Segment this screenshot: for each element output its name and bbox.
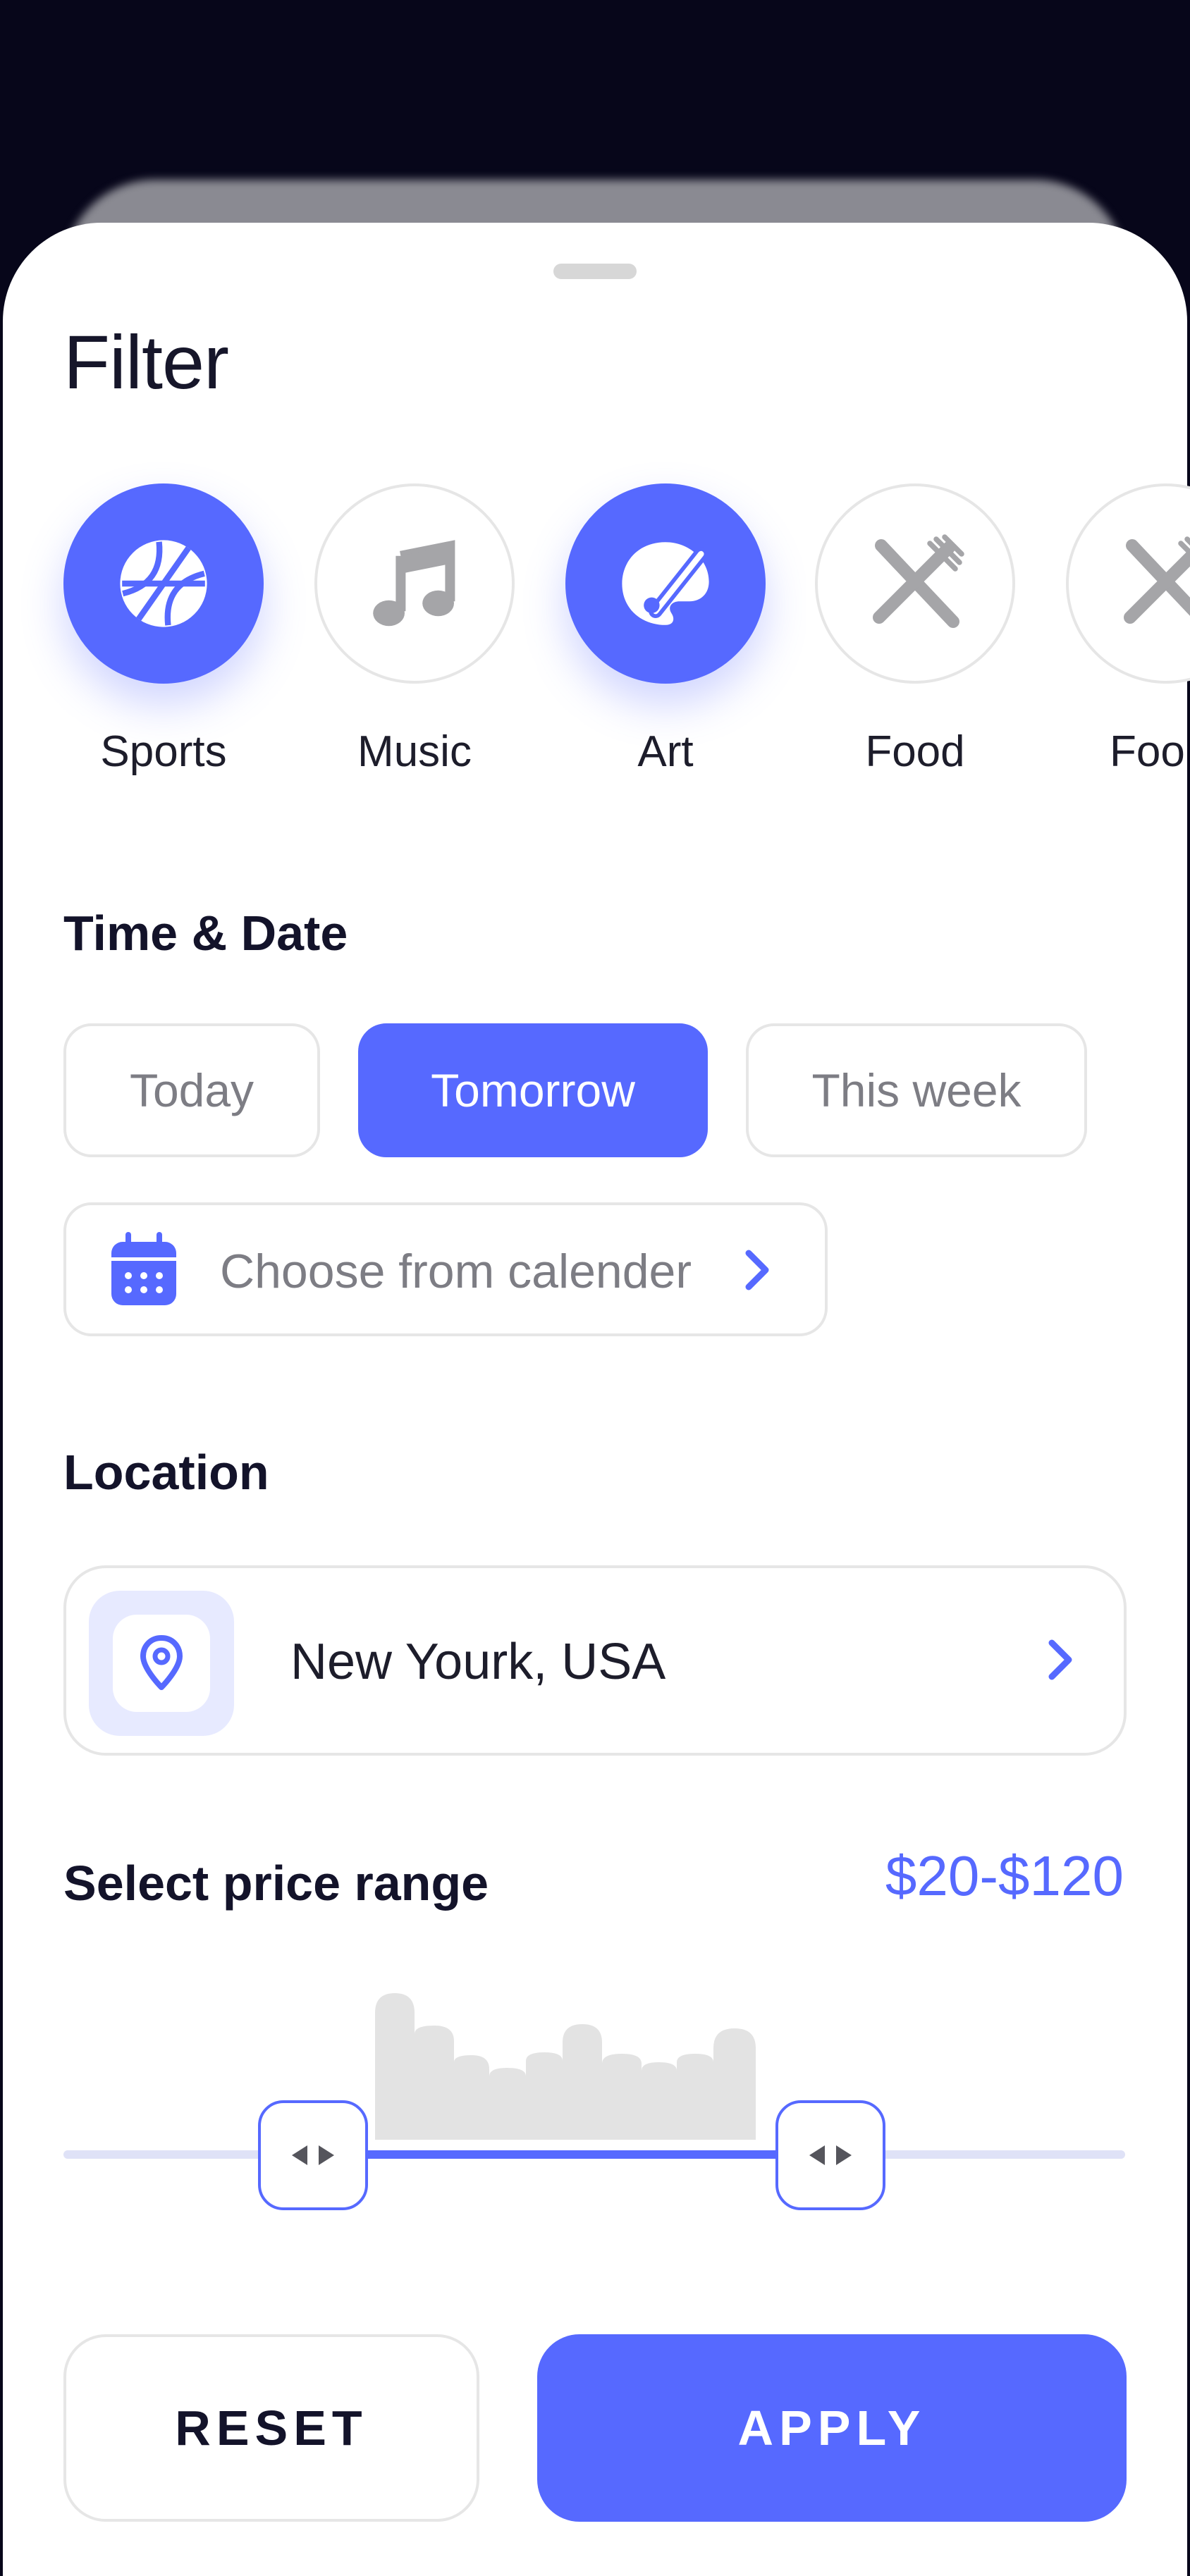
price-range-title: Select price range — [63, 1856, 489, 1911]
min-price-handle[interactable] — [258, 2100, 368, 2210]
category-music[interactable]: Music — [314, 483, 515, 779]
fork-knife-icon — [1124, 536, 1190, 624]
category-label: Sports — [100, 727, 227, 776]
category-label: Foo — [1110, 727, 1185, 776]
choose-calendar-button[interactable]: Choose from calender — [63, 1202, 828, 1336]
category-label: Music — [357, 727, 472, 776]
location-icon-box — [89, 1591, 234, 1736]
basketball-icon — [120, 540, 207, 627]
location-value: New Yourk, USA — [290, 1634, 666, 1690]
calendar-icon — [111, 1232, 176, 1305]
chevron-right-icon — [1048, 1639, 1072, 1680]
location-selector[interactable]: New Yourk, USA — [63, 1565, 1127, 1756]
palette-icon — [622, 542, 709, 625]
chevron-right-icon — [745, 1250, 769, 1290]
location-title: Location — [63, 1445, 269, 1500]
category-art[interactable]: Art — [565, 483, 766, 779]
drag-arrows-icon — [809, 2145, 852, 2165]
drag-arrows-icon — [292, 2145, 334, 2165]
calendar-label: Choose from calender — [220, 1245, 692, 1298]
category-label: Food — [865, 727, 965, 776]
music-note-icon — [373, 540, 455, 627]
category-sports[interactable]: Sports — [63, 483, 264, 779]
max-price-handle[interactable] — [775, 2100, 885, 2210]
date-option-this-week[interactable]: This week — [746, 1023, 1087, 1157]
category-label: Art — [637, 727, 694, 776]
category-food-2[interactable]: Foo — [1066, 483, 1190, 779]
filter-sheet: Filter Sports Music Art Food Foo Time & … — [3, 223, 1190, 2576]
price-range-value: $20-$120 — [885, 1844, 1124, 1907]
location-pin-icon — [140, 1635, 183, 1690]
price-histogram — [63, 1993, 1125, 2159]
time-date-title: Time & Date — [63, 906, 348, 961]
apply-button[interactable]: APPLY — [537, 2334, 1127, 2522]
price-range-slider[interactable] — [3, 1985, 1187, 2267]
category-food[interactable]: Food — [815, 483, 1015, 779]
fork-knife-icon — [873, 534, 964, 628]
sheet-drag-handle[interactable] — [553, 264, 637, 279]
date-option-tomorrow[interactable]: Tomorrow — [358, 1023, 708, 1157]
date-option-today[interactable]: Today — [63, 1023, 320, 1157]
page-title: Filter — [63, 319, 229, 405]
reset-button[interactable]: RESET — [63, 2334, 479, 2522]
